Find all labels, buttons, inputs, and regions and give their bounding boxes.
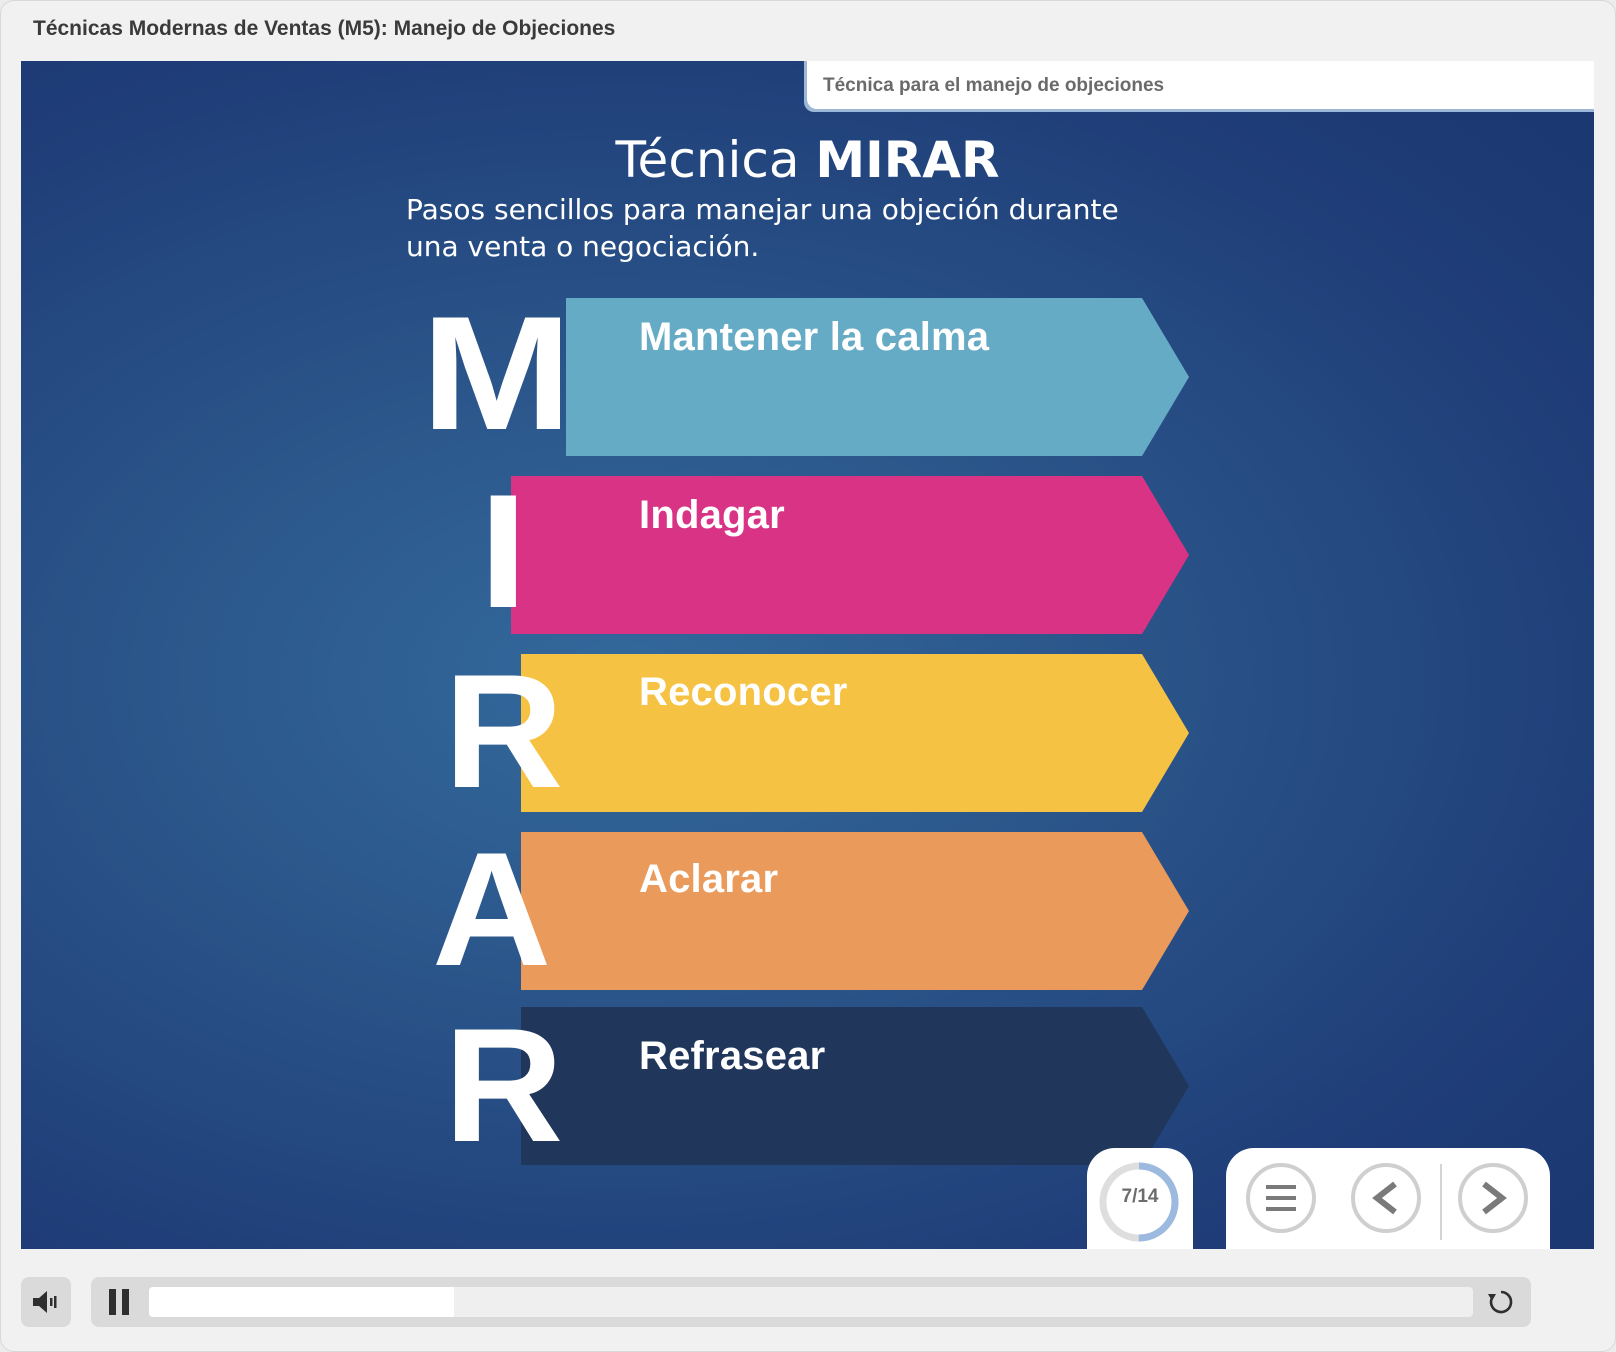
big-letter-r1: R (444, 641, 564, 822)
slide-counter-text: 7/14 (1121, 1186, 1159, 1207)
pause-icon-bar (122, 1289, 129, 1315)
menu-button[interactable] (1246, 1163, 1316, 1233)
chevron-left-icon (1372, 1181, 1397, 1215)
course-title: Técnicas Modernas de Ventas (M5): Manejo… (33, 17, 616, 40)
slide-counter: 7/14 (1087, 1148, 1193, 1249)
step-label-3: Reconocer (639, 670, 848, 714)
nav-divider (1440, 1164, 1442, 1240)
seekbar-container (91, 1277, 1531, 1327)
player-controls (1, 1261, 1616, 1351)
big-letter-i: I (479, 461, 528, 642)
step-label-1: Mantener la calma (639, 315, 990, 359)
step-arrow-5 (521, 1007, 1189, 1165)
pause-icon (109, 1289, 116, 1315)
big-letter-r2: R (444, 995, 564, 1176)
seekbar[interactable] (149, 1287, 1473, 1317)
seekbar-fill (149, 1287, 454, 1317)
step-arrow-4 (521, 832, 1189, 990)
slide-stage: Técnica para el manejo de objeciones Téc… (21, 61, 1594, 1249)
menu-icon (1266, 1185, 1296, 1211)
speaker-icon (33, 1291, 57, 1313)
big-letter-a: A (432, 819, 552, 1000)
chevron-right-icon (1482, 1181, 1507, 1215)
next-button[interactable] (1458, 1163, 1528, 1233)
step-label-4: Aclarar (639, 857, 779, 901)
step-label-5: Refrasear (639, 1034, 826, 1078)
previous-button[interactable] (1351, 1163, 1421, 1233)
player-frame: Técnicas Modernas de Ventas (M5): Manejo… (0, 0, 1616, 1352)
volume-button[interactable] (21, 1277, 71, 1327)
step-label-2: Indagar (639, 493, 785, 537)
replay-icon[interactable] (1487, 1288, 1515, 1316)
pause-button[interactable] (109, 1289, 131, 1315)
nav-controls (1226, 1148, 1550, 1249)
step-arrow-2 (511, 476, 1189, 634)
step-arrow-3 (521, 654, 1189, 812)
big-letter-m: M (421, 283, 573, 464)
